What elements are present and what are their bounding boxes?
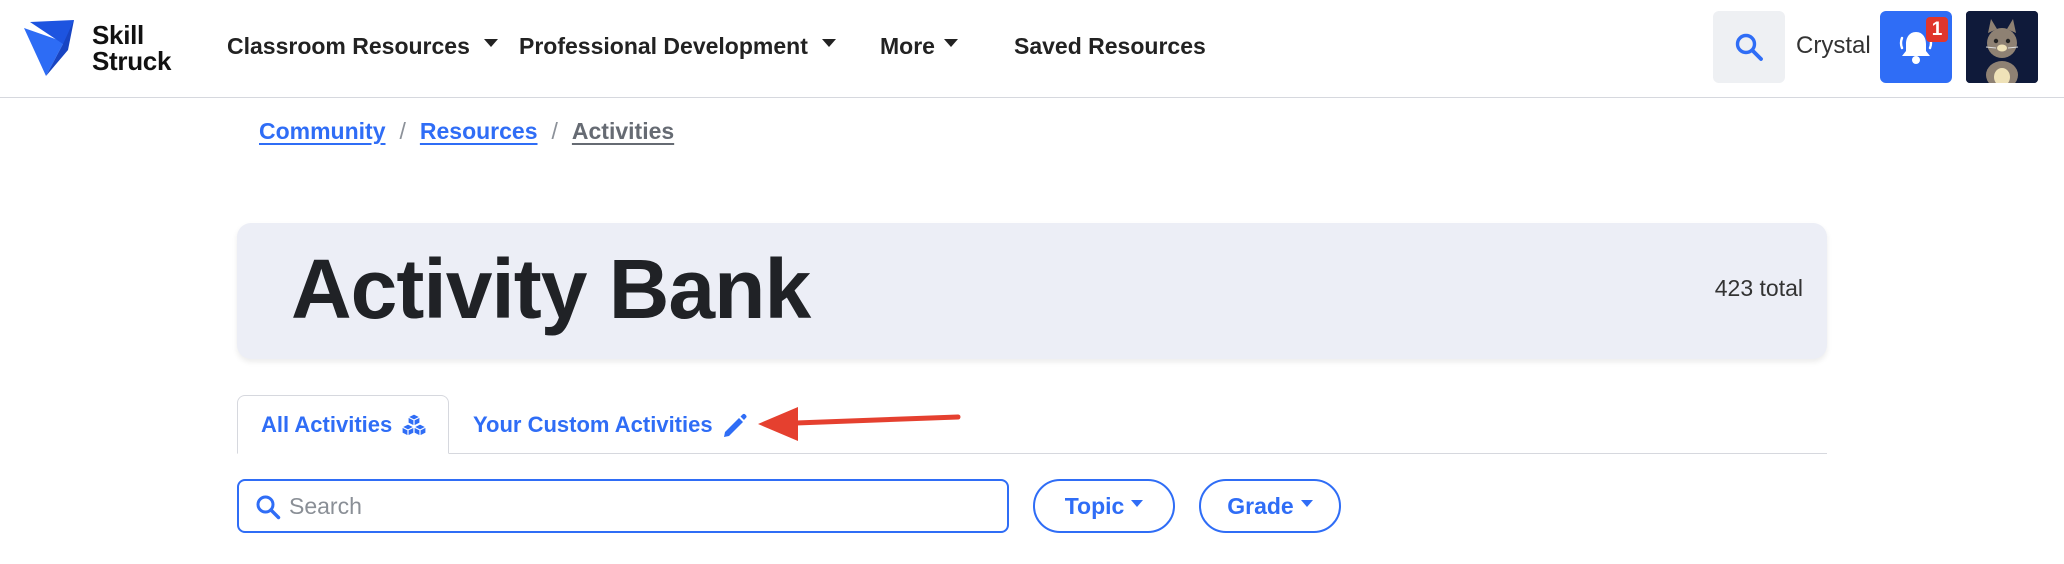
topic-filter-label: Topic — [1064, 492, 1125, 519]
logo-wordmark-line2: Struck — [92, 46, 172, 76]
search-icon — [1735, 33, 1763, 61]
breadcrumb-separator: / — [399, 117, 406, 144]
skillstruck-logo[interactable]: Skill Struck — [24, 18, 171, 78]
breadcrumb-resources[interactable]: Resources — [420, 118, 538, 145]
breadcrumb: Community / Resources / Activities — [259, 116, 674, 146]
search-button[interactable] — [1713, 11, 1785, 83]
topic-filter-button[interactable]: Topic — [1033, 479, 1175, 533]
nav-saved-resources-label: Saved Resources — [1014, 32, 1206, 59]
nav-classroom-resources-label: Classroom Resources — [227, 32, 470, 59]
chevron-down-icon — [1131, 499, 1144, 507]
grade-filter-button[interactable]: Grade — [1199, 479, 1341, 533]
chevron-down-icon — [483, 39, 498, 47]
notifications-button[interactable]: 1 — [1880, 11, 1952, 83]
breadcrumb-activities[interactable]: Activities — [572, 118, 674, 145]
top-navbar: Skill Struck Classroom Resources Profess… — [0, 0, 2064, 98]
nav-professional-development-label: Professional Development — [519, 32, 808, 59]
avatar[interactable] — [1966, 11, 2038, 83]
logo-wordmark-line1: Skill — [92, 20, 144, 50]
breadcrumb-community[interactable]: Community — [259, 118, 386, 145]
activity-bank-header: Activity Bank 423 total — [237, 223, 1827, 359]
nav-more-label: More — [880, 32, 935, 59]
nav-saved-resources[interactable]: Saved Resources — [1014, 28, 1206, 64]
notification-count-badge: 1 — [1926, 17, 1948, 42]
tab-all-activities-label: All Activities — [261, 411, 393, 437]
pencil-icon — [722, 412, 748, 438]
tab-all-activities[interactable]: All Activities — [237, 395, 449, 454]
logo-wordmark: Skill Struck — [92, 22, 171, 74]
chevron-down-icon — [821, 39, 836, 47]
cat-avatar-icon — [1966, 11, 2038, 83]
skillstruck-logo-icon — [24, 20, 74, 76]
total-count: 423 total — [1714, 275, 1803, 301]
search-icon — [256, 495, 281, 520]
grade-filter-label: Grade — [1227, 492, 1294, 519]
tab-your-custom-activities[interactable]: Your Custom Activities — [473, 395, 748, 454]
nav-classroom-resources[interactable]: Classroom Resources — [227, 28, 498, 64]
breadcrumb-separator: / — [551, 117, 558, 144]
nav-more[interactable]: More — [880, 28, 958, 64]
chevron-down-icon — [943, 39, 958, 47]
annotation-arrow — [758, 407, 961, 441]
user-name[interactable]: Crystal — [1796, 28, 1871, 64]
chevron-down-icon — [1300, 499, 1313, 507]
activity-search-field[interactable] — [237, 479, 1009, 533]
tab-your-custom-activities-label: Your Custom Activities — [473, 411, 713, 437]
page-title: Activity Bank — [291, 242, 811, 336]
search-input[interactable] — [289, 487, 989, 525]
nav-professional-development[interactable]: Professional Development — [519, 28, 836, 64]
cubes-icon — [401, 412, 427, 437]
